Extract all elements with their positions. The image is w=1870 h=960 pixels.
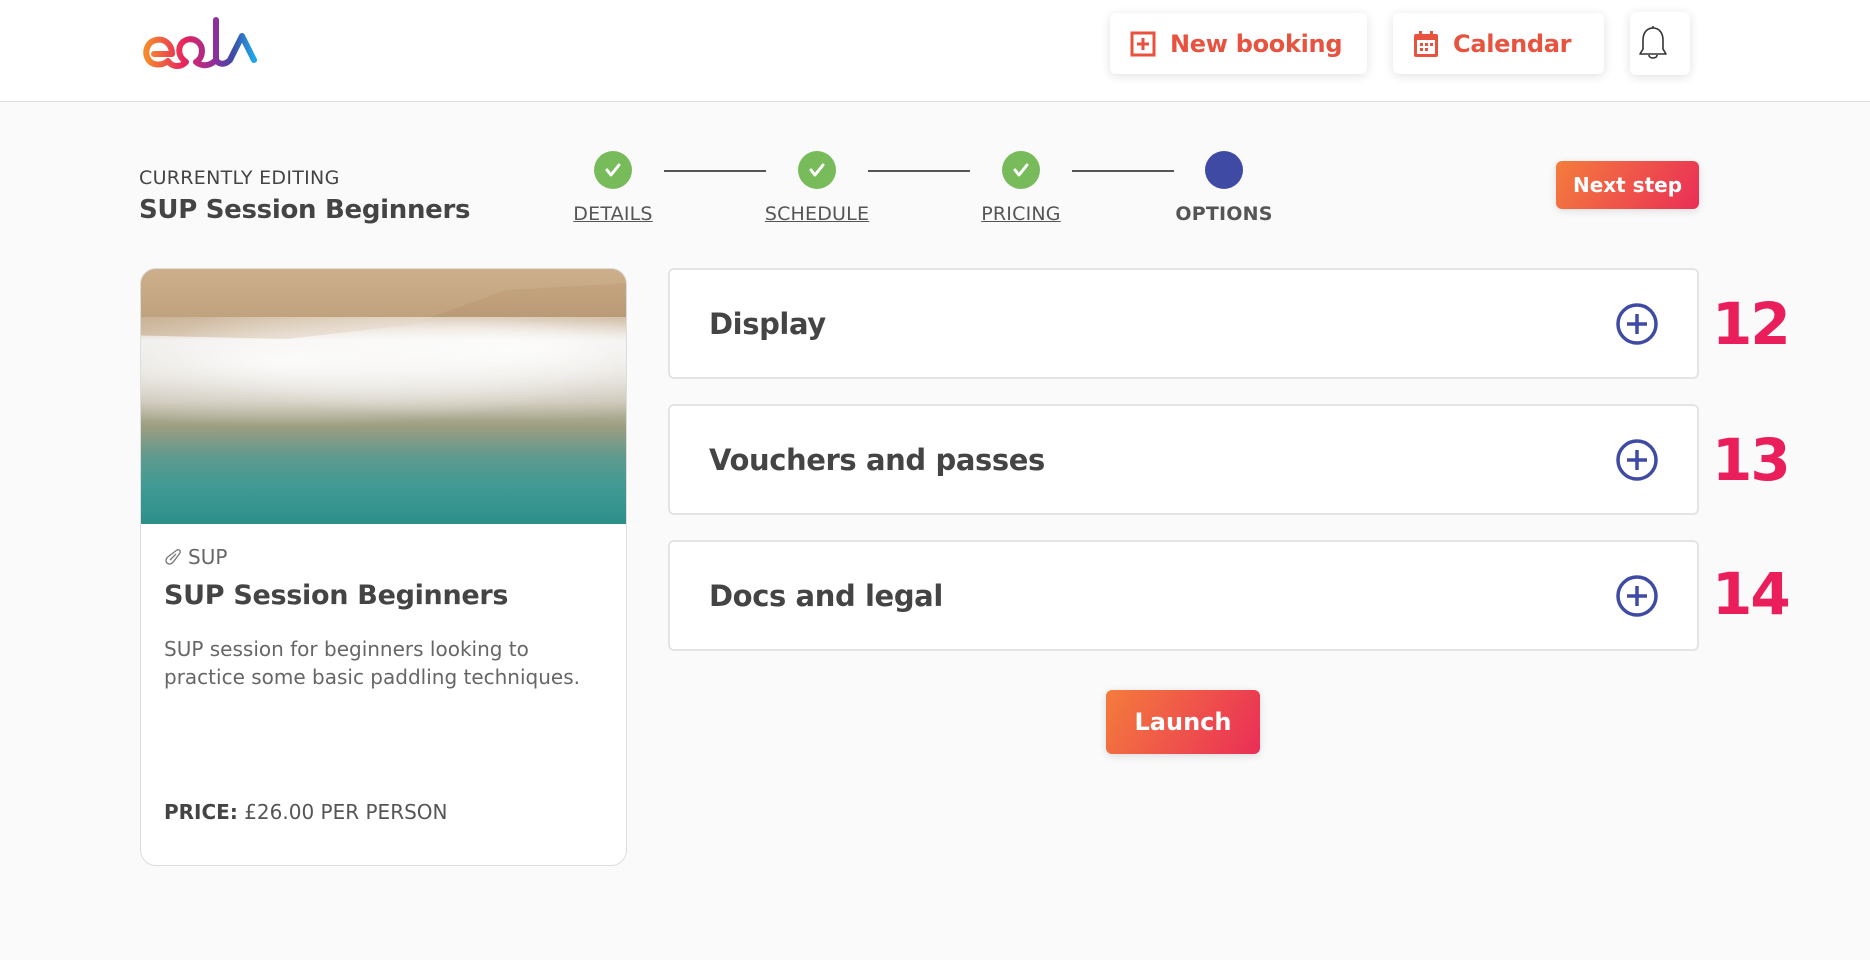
image-wave-foam: [141, 317, 626, 427]
annotation-number: 14: [1712, 560, 1791, 628]
check-icon: [798, 151, 836, 189]
next-step-button[interactable]: Next step: [1556, 161, 1699, 209]
activity-image: [141, 269, 626, 524]
step-pricing[interactable]: PRICING: [951, 148, 1091, 225]
accordion-docs-and-legal[interactable]: Docs and legal: [668, 540, 1699, 651]
calendar-button[interactable]: Calendar: [1393, 13, 1604, 74]
plus-circle-icon[interactable]: [1615, 302, 1659, 346]
price-label: PRICE:: [164, 800, 238, 824]
calendar-icon: [1414, 30, 1438, 57]
activity-title: SUP Session Beginners: [164, 580, 509, 611]
new-booking-button[interactable]: New booking: [1110, 13, 1367, 74]
currently-editing-label: CURRENTLY EDITING: [139, 167, 340, 189]
check-icon: [594, 151, 632, 189]
accordion-title: Display: [709, 306, 826, 341]
activity-price: PRICE: £26.00 PER PERSON: [164, 800, 447, 824]
accordion-title: Docs and legal: [709, 578, 943, 613]
annotation-number: 13: [1712, 426, 1791, 494]
check-icon: [1002, 151, 1040, 189]
activity-category: SUP: [164, 545, 227, 569]
step-label: OPTIONS: [1175, 203, 1273, 225]
launch-button[interactable]: Launch: [1106, 690, 1260, 754]
plus-square-icon: [1130, 31, 1156, 56]
plus-circle-icon[interactable]: [1615, 438, 1659, 482]
plus-circle-icon[interactable]: [1615, 574, 1659, 618]
step-label[interactable]: SCHEDULE: [765, 203, 869, 225]
step-options: OPTIONS: [1154, 148, 1294, 225]
annotation-number: 12: [1712, 290, 1791, 358]
progress-stepper: DETAILS SCHEDULE PRICING OPTIONS: [560, 148, 1280, 238]
calendar-label: Calendar: [1453, 29, 1572, 58]
step-details[interactable]: DETAILS: [543, 148, 683, 225]
accordion-title: Vouchers and passes: [709, 442, 1045, 477]
accordion-vouchers-and-passes[interactable]: Vouchers and passes: [668, 404, 1699, 515]
top-bar: New booking Calendar: [0, 0, 1870, 102]
activity-description: SUP session for beginners looking to pra…: [164, 637, 580, 689]
activity-preview-card: SUP SUP Session Beginners SUP session fo…: [140, 268, 627, 866]
current-step-dot: [1205, 151, 1243, 189]
price-value: £26.00 PER PERSON: [244, 800, 448, 824]
step-label[interactable]: PRICING: [981, 203, 1060, 225]
accordion-display[interactable]: Display: [668, 268, 1699, 379]
category-label: SUP: [188, 545, 228, 569]
paddle-icon: [165, 549, 181, 565]
editing-title: SUP Session Beginners: [139, 195, 471, 225]
step-label[interactable]: DETAILS: [573, 203, 652, 225]
eola-logo[interactable]: [136, 16, 272, 76]
notifications-button[interactable]: [1630, 12, 1690, 75]
bell-icon: [1639, 25, 1667, 59]
new-booking-label: New booking: [1170, 29, 1343, 58]
step-schedule[interactable]: SCHEDULE: [747, 148, 887, 225]
